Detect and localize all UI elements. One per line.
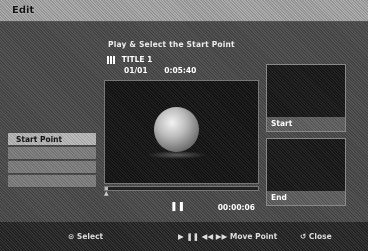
playback-status-row: ▲ ❚❚ 00:00:06 <box>104 190 259 212</box>
menu-item-4[interactable] <box>8 175 96 188</box>
chapter-time-row: 01/01 0:05:40 <box>124 66 210 75</box>
start-label: Start <box>267 117 345 131</box>
menu-item-3[interactable] <box>8 161 96 174</box>
video-preview <box>104 80 259 184</box>
playback-time: 00:00:06 <box>217 203 255 212</box>
chapter-number: 01/01 <box>124 66 148 75</box>
title-icon <box>107 56 115 64</box>
guide-move: ▶ ❚❚ ◀◀ ▶▶ Move Point <box>178 232 277 241</box>
guide-close: ↺ Close <box>300 232 332 241</box>
menu-item-2[interactable] <box>8 147 96 160</box>
window-title: Edit <box>12 5 35 16</box>
title-time: 0:05:40 <box>164 66 197 75</box>
end-label: End <box>267 191 345 205</box>
enter-icon: ⊙ <box>68 232 75 241</box>
pause-icon: ❚❚ <box>170 202 186 212</box>
guide-select-label: Select <box>76 232 104 241</box>
end-point-thumbnail[interactable]: End <box>266 138 346 206</box>
return-icon: ↺ <box>300 232 307 241</box>
title-bar: Edit <box>0 0 368 22</box>
start-point-thumbnail[interactable]: Start <box>266 64 346 132</box>
sphere-shadow <box>147 151 207 159</box>
edit-menu: Start Point <box>8 133 96 188</box>
title-label: TITLE 1 <box>121 55 153 64</box>
playback-progress-bar[interactable] <box>104 186 259 191</box>
transport-icons: ▶ ❚❚ ◀◀ ▶▶ <box>178 232 228 241</box>
menu-item-start-point[interactable]: Start Point <box>8 133 96 146</box>
guide-bar: ⊙ Select ▶ ❚❚ ◀◀ ▶▶ Move Point ↺ Close <box>0 222 368 251</box>
instruction-heading: Play & Select the Start Point <box>108 40 235 49</box>
preview-sphere <box>154 107 199 152</box>
guide-move-label: Move Point <box>229 232 278 241</box>
edit-screen: Edit Play & Select the Start Point TITLE… <box>0 0 368 251</box>
guide-select: ⊙ Select <box>68 232 103 241</box>
progress-marker-icon: ▲ <box>104 190 109 197</box>
title-info: TITLE 1 <box>107 55 152 64</box>
guide-close-label: Close <box>308 232 332 241</box>
